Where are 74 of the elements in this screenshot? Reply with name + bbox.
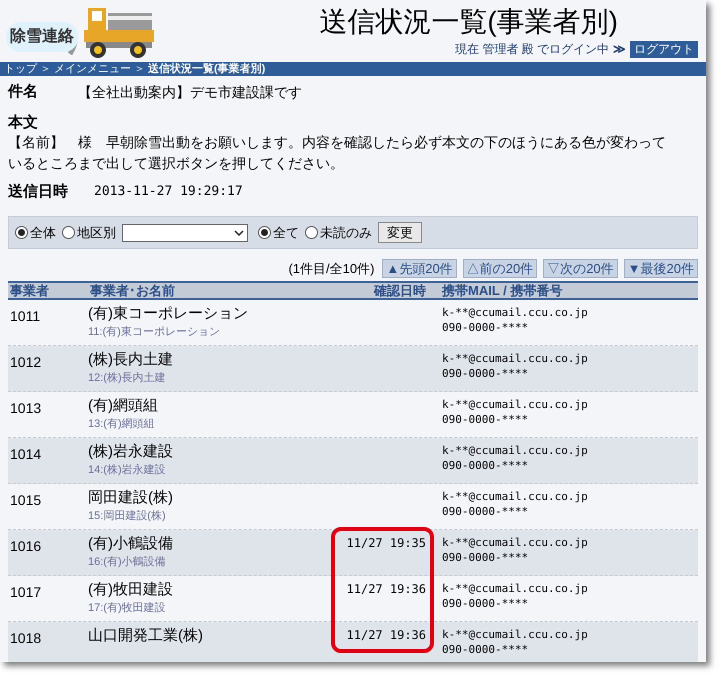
mobile-email: k-**@ccumail.ccu.co.jp bbox=[442, 534, 588, 550]
mobile-email: k-**@ccumail.ccu.co.jp bbox=[442, 350, 588, 366]
page-button[interactable]: ▼最後20件 bbox=[624, 259, 698, 278]
record-count: (1件目/全10件) bbox=[288, 260, 374, 278]
business-name: 山口開発工業(株) bbox=[88, 626, 203, 646]
logout-button[interactable]: ログアウト bbox=[630, 40, 698, 58]
business-name: (有)小鶴設備 bbox=[88, 534, 173, 554]
column-header: 確認日時 bbox=[374, 282, 426, 298]
mobile-email: k-**@ccumail.ccu.co.jp bbox=[442, 488, 588, 504]
mobile-number: 090-0000-**** bbox=[442, 320, 528, 334]
column-header: 事業者 bbox=[9, 282, 49, 298]
confirmed-time: 11/27 19:35 bbox=[346, 536, 426, 550]
business-subname: 14:(株)岩永建設 bbox=[88, 462, 166, 478]
sent-time-value: 2013-11-27 19:29:17 bbox=[94, 183, 243, 202]
sent-time-label: 送信日時 bbox=[8, 182, 69, 202]
business-name: (有)網頭組 bbox=[88, 396, 158, 416]
breadcrumb-separator: ＞ bbox=[134, 62, 145, 76]
mobile-email: k-**@ccumail.ccu.co.jp bbox=[442, 442, 588, 458]
business-name: (有)牧田建設 bbox=[88, 580, 173, 600]
business-name: (有)東コーポレーション bbox=[88, 304, 248, 324]
body-label: 本文 bbox=[8, 114, 38, 132]
mobile-number: 090-0000-**** bbox=[442, 366, 528, 380]
mobile-email: k-**@ccumail.ccu.co.jp bbox=[442, 626, 588, 642]
business-id: 1014 bbox=[9, 444, 42, 464]
mobile-number: 090-0000-**** bbox=[442, 642, 528, 656]
business-subname: 15:岡田建設(株) bbox=[88, 508, 166, 524]
business-id: 1013 bbox=[9, 398, 42, 418]
confirmed-time: 11/27 19:36 bbox=[346, 582, 426, 596]
business-name: (株)長内土建 bbox=[88, 350, 173, 370]
breadcrumb-link[interactable]: メインメニュー bbox=[54, 62, 131, 76]
mobile-number: 090-0000-**** bbox=[442, 596, 528, 610]
business-id: 1011 bbox=[9, 306, 40, 326]
mobile-email: k-**@ccumail.ccu.co.jp bbox=[442, 580, 588, 596]
subject-text: 【全社出動案内】デモ市建設課です bbox=[78, 82, 302, 102]
mobile-number: 090-0000-**** bbox=[442, 550, 528, 564]
mobile-number: 090-0000-**** bbox=[442, 412, 528, 426]
body-text: 【名前】 様 早朝除雪出動をお願いします。内容を確認したら必ず本文の下のほうにある色が変わっているところまで出して選択ボタンを押してください。 bbox=[8, 133, 667, 173]
radio-option[interactable]: 全て bbox=[258, 222, 299, 242]
page-button[interactable]: ▲先頭20件 bbox=[382, 259, 457, 278]
district-dropdown[interactable] bbox=[122, 224, 248, 242]
business-name: 岡田建設(株) bbox=[88, 488, 173, 508]
subject-label: 件名 bbox=[8, 82, 39, 102]
business-id: 1016 bbox=[9, 536, 42, 556]
business-subname: 11:(有)東コーポレーション bbox=[88, 324, 220, 340]
business-id: 1017 bbox=[9, 582, 42, 602]
business-subname: 13:(有)網頭組 bbox=[88, 416, 155, 432]
business-name: (株)岩永建設 bbox=[88, 442, 173, 462]
radio-option[interactable]: 全体 bbox=[15, 222, 56, 242]
chevron-down-icon bbox=[234, 230, 244, 236]
breadcrumb-link[interactable]: トップ bbox=[4, 62, 37, 76]
business-id: 1018 bbox=[9, 628, 42, 648]
page-button[interactable]: △前の20件 bbox=[462, 259, 538, 278]
business-subname: 12:(株)長内土建 bbox=[88, 370, 166, 386]
change-button[interactable]: 変更 bbox=[378, 222, 422, 243]
radio-option[interactable]: 未読のみ bbox=[305, 222, 372, 242]
column-header: 携帯MAIL / 携帯番号 bbox=[440, 282, 562, 298]
page-title: 送信状況一覧(事業者別) bbox=[319, 5, 618, 39]
business-subname: 16:(有)小鶴設備 bbox=[88, 554, 166, 570]
mobile-email: k-**@ccumail.ccu.co.jp bbox=[442, 304, 588, 320]
mobile-email: k-**@ccumail.ccu.co.jp bbox=[442, 396, 588, 412]
business-id: 1012 bbox=[9, 352, 42, 372]
business-subname: 17:(有)牧田建設 bbox=[88, 600, 166, 616]
confirmed-time: 11/27 19:36 bbox=[346, 628, 426, 642]
login-status: 現在 管理者 殿 でログイン中 bbox=[454, 41, 609, 58]
logo-text: 除雪連絡 bbox=[6, 22, 78, 52]
business-id: 1015 bbox=[9, 490, 42, 510]
mobile-number: 090-0000-**** bbox=[442, 458, 528, 472]
mobile-number: 090-0000-**** bbox=[442, 504, 528, 518]
breadcrumb-separator: ＞ bbox=[40, 62, 51, 76]
breadcrumb-current: 送信状況一覧(事業者別) bbox=[148, 62, 266, 76]
column-header: 事業者･お名前 bbox=[89, 282, 175, 298]
page-button[interactable]: ▽次の20件 bbox=[543, 259, 618, 278]
radio-option[interactable]: 地区別 bbox=[62, 222, 116, 242]
login-arrow: ≫ bbox=[613, 41, 626, 58]
